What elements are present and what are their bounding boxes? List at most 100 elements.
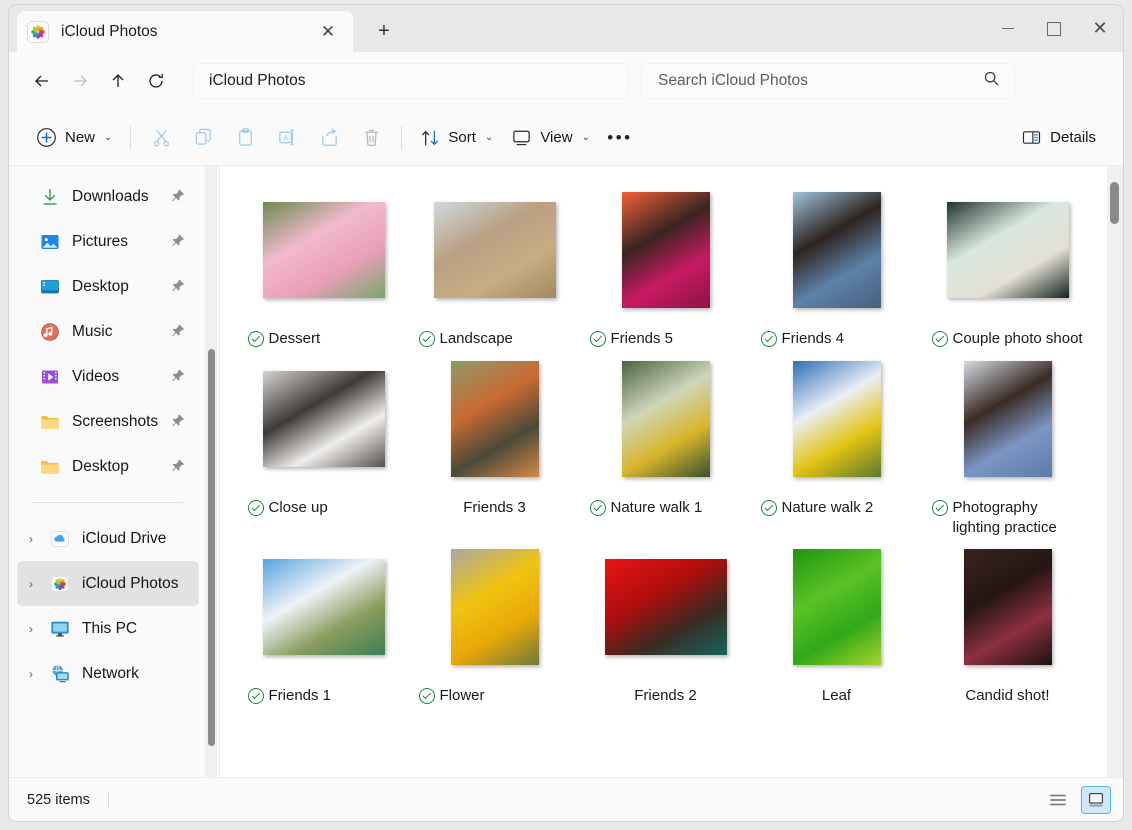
file-tile[interactable]: Leaf <box>751 537 922 706</box>
sidebar-item-this-pc[interactable]: › This PC <box>17 606 199 651</box>
address-text: iCloud Photos <box>209 72 306 90</box>
address-bar[interactable]: iCloud Photos <box>193 63 629 99</box>
sidebar-item-icloud-photos[interactable]: › <box>17 561 199 606</box>
file-tile[interactable]: Candid shot! <box>922 537 1093 706</box>
pin-icon[interactable] <box>171 323 185 340</box>
photo-thumbnail[interactable] <box>793 192 881 308</box>
file-name-label: Nature walk 1 <box>611 498 703 518</box>
copy-button[interactable] <box>182 120 224 156</box>
file-tile[interactable]: Nature walk 2 <box>751 349 922 538</box>
sidebar-label: This PC <box>82 620 137 638</box>
photo-thumbnail[interactable] <box>263 559 385 655</box>
sidebar-item-screenshots[interactable]: Screenshots <box>17 399 199 444</box>
file-tile[interactable]: Friends 4 <box>751 180 922 349</box>
file-tile[interactable]: Nature walk 1 <box>580 349 751 538</box>
up-icon[interactable] <box>99 64 137 98</box>
file-name-label: Flower <box>440 686 485 706</box>
window-controls: ✕ <box>985 5 1123 52</box>
chevron-right-icon[interactable]: › <box>23 577 39 591</box>
sidebar-item-videos[interactable]: Videos <box>17 354 199 399</box>
photo-thumbnail[interactable] <box>964 549 1052 665</box>
content-scrollbar[interactable] <box>1107 166 1123 777</box>
file-name-label: Friends 1 <box>269 686 332 706</box>
sidebar-item-icloud-drive[interactable]: › iCloud Drive <box>17 516 199 561</box>
close-tab-icon[interactable]: ✕ <box>317 21 339 43</box>
file-tile[interactable]: Couple photo shoot <box>922 180 1093 349</box>
rename-button[interactable]: A <box>266 120 308 156</box>
more-options-button[interactable]: ••• <box>599 120 641 156</box>
minimize-button[interactable] <box>985 5 1031 52</box>
chevron-right-icon[interactable]: › <box>23 532 39 546</box>
file-caption: Nature walk 1 <box>590 498 742 518</box>
new-button[interactable]: New ⌄ <box>27 120 121 156</box>
photo-thumbnail[interactable] <box>793 361 881 477</box>
sidebar-label: Desktop <box>72 278 129 296</box>
sidebar-scrollbar[interactable] <box>205 166 217 777</box>
view-button[interactable]: View ⌄ <box>502 120 599 156</box>
file-name-label: Friends 4 <box>782 329 845 349</box>
photo-thumbnail[interactable] <box>964 361 1052 477</box>
this-pc-icon <box>49 618 71 640</box>
sidebar-item-music[interactable]: Music <box>17 309 199 354</box>
photo-thumbnail[interactable] <box>622 192 710 308</box>
maximize-button[interactable] <box>1031 5 1077 52</box>
file-tile[interactable]: Landscape <box>409 180 580 349</box>
content-scrollbar-thumb[interactable] <box>1110 182 1119 224</box>
chevron-right-icon[interactable]: › <box>23 667 39 681</box>
details-view-button[interactable] <box>1081 786 1111 814</box>
tab-title: iCloud Photos <box>61 23 158 41</box>
cut-button[interactable] <box>140 120 182 156</box>
sidebar-scrollbar-thumb[interactable] <box>208 349 215 746</box>
photo-thumbnail[interactable] <box>793 549 881 665</box>
delete-button[interactable] <box>350 120 392 156</box>
file-tile[interactable]: Friends 2 <box>580 537 751 706</box>
search-box[interactable]: Search iCloud Photos <box>641 63 1015 99</box>
file-name-label: Friends 3 <box>463 498 526 518</box>
sort-button[interactable]: Sort ⌄ <box>411 120 502 156</box>
paste-button[interactable] <box>224 120 266 156</box>
file-tile[interactable]: Photography lighting practice <box>922 349 1093 538</box>
forward-icon[interactable] <box>61 64 99 98</box>
sidebar-item-desktop-2[interactable]: Desktop <box>17 444 199 489</box>
pin-icon[interactable] <box>171 413 185 430</box>
pin-icon[interactable] <box>171 188 185 205</box>
file-tile[interactable]: Friends 5 <box>580 180 751 349</box>
sync-check-icon <box>932 500 948 516</box>
sync-check-icon <box>590 331 606 347</box>
refresh-icon[interactable] <box>137 64 175 98</box>
photo-thumbnail[interactable] <box>451 361 539 477</box>
photo-thumbnail[interactable] <box>263 202 385 298</box>
photo-thumbnail[interactable] <box>434 202 556 298</box>
photo-thumbnail[interactable] <box>605 559 727 655</box>
sidebar-item-network[interactable]: › Network <box>17 651 199 696</box>
file-tile[interactable]: Close up <box>238 349 409 538</box>
pin-icon[interactable] <box>171 368 185 385</box>
sidebar-item-desktop-1[interactable]: Desktop <box>17 264 199 309</box>
item-count-label: 525 items <box>27 792 90 808</box>
status-divider <box>108 791 109 809</box>
thumbnail-container <box>622 180 710 320</box>
pin-icon[interactable] <box>171 278 185 295</box>
share-button[interactable] <box>308 120 350 156</box>
photo-thumbnail[interactable] <box>947 202 1069 298</box>
photo-thumbnail[interactable] <box>263 371 385 467</box>
sidebar-label: Desktop <box>72 458 129 476</box>
chevron-right-icon[interactable]: › <box>23 622 39 636</box>
sidebar-item-downloads[interactable]: Downloads <box>17 174 199 219</box>
file-tile[interactable]: Friends 3 <box>409 349 580 538</box>
sidebar-item-pictures[interactable]: Pictures <box>17 219 199 264</box>
back-icon[interactable] <box>23 64 61 98</box>
file-tile[interactable]: Flower <box>409 537 580 706</box>
close-window-button[interactable]: ✕ <box>1077 5 1123 52</box>
photo-thumbnail[interactable] <box>622 361 710 477</box>
new-tab-button[interactable]: + <box>369 17 399 45</box>
file-tile[interactable]: Dessert <box>238 180 409 349</box>
pin-icon[interactable] <box>171 458 185 475</box>
list-view-button[interactable] <box>1043 786 1073 814</box>
tab-icloud-photos[interactable]: iCloud Photos ✕ <box>17 11 353 52</box>
file-tile[interactable]: Friends 1 <box>238 537 409 706</box>
pin-icon[interactable] <box>171 233 185 250</box>
details-button[interactable]: Details <box>1012 120 1105 156</box>
sync-check-icon <box>761 500 777 516</box>
photo-thumbnail[interactable] <box>451 549 539 665</box>
